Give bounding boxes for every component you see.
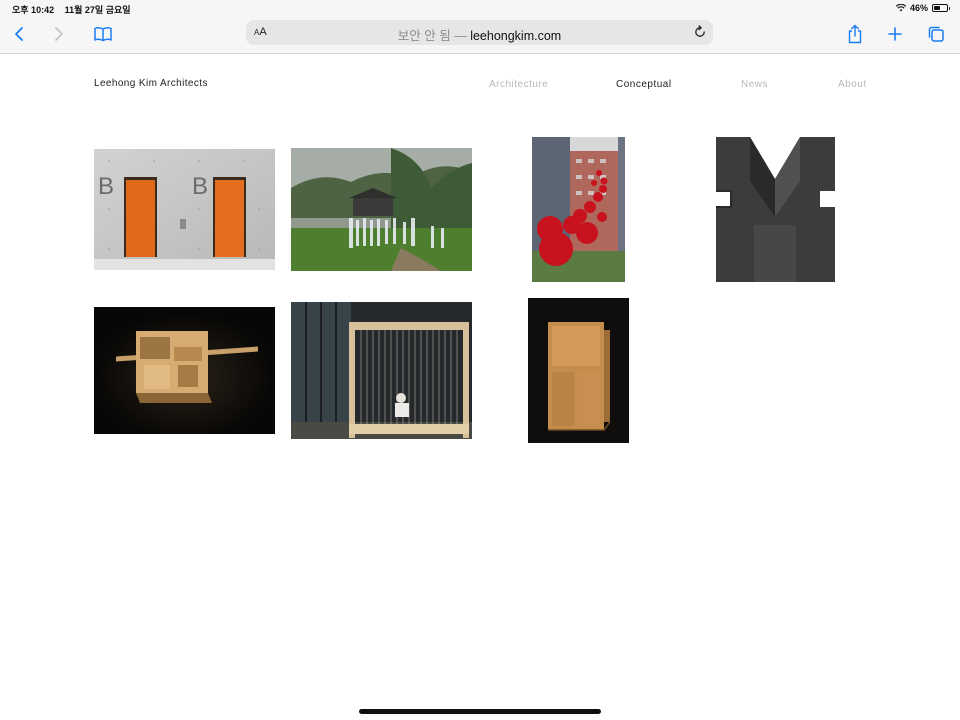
chevron-right-icon <box>55 27 63 41</box>
nav-news[interactable]: News <box>741 79 768 90</box>
tabs-icon <box>928 26 944 42</box>
gallery-image-pavilion[interactable] <box>291 302 472 439</box>
gallery-image-doors[interactable]: B B <box>94 149 275 270</box>
status-bar: 오후 10:42 11월 27일 금요일 46% <box>0 0 960 16</box>
back-button[interactable] <box>8 23 30 45</box>
gallery-image-sculpture[interactable] <box>716 137 835 282</box>
gallery-image-panel[interactable] <box>528 298 629 443</box>
bookmarks-button[interactable] <box>92 23 114 45</box>
host-label: leehongkim.com <box>470 29 562 43</box>
sculpture-artwork <box>716 137 835 282</box>
panel-artwork <box>528 298 629 443</box>
model-artwork <box>94 307 275 434</box>
pavilion-artwork <box>291 302 472 439</box>
gallery-image-balloons[interactable] <box>532 137 625 282</box>
status-left: 오후 10:42 11월 27일 금요일 <box>12 3 131 16</box>
status-date: 11월 27일 금요일 <box>64 5 131 15</box>
tabs-button[interactable] <box>925 23 947 45</box>
security-label: 보안 안 됨 — <box>397 29 467 43</box>
share-button[interactable] <box>844 23 866 45</box>
home-indicator[interactable] <box>359 709 601 714</box>
plus-icon <box>888 27 902 41</box>
forward-button[interactable] <box>48 23 70 45</box>
door-letter-left: B <box>98 173 115 200</box>
status-right: 46% <box>895 3 950 13</box>
balloons-artwork <box>532 137 625 282</box>
reload-icon[interactable] <box>693 25 707 39</box>
book-icon <box>94 27 112 42</box>
share-icon <box>848 24 862 44</box>
door-letter-right: B <box>192 173 209 200</box>
address-bar[interactable]: AA 보안 안 됨 — leehongkim.com <box>246 20 713 45</box>
field-artwork <box>291 148 472 271</box>
nav-architecture[interactable]: Architecture <box>489 79 548 90</box>
gallery-image-model[interactable] <box>94 307 275 434</box>
battery-fill <box>934 6 940 10</box>
chevron-left-icon <box>15 27 23 41</box>
new-tab-button[interactable] <box>884 23 906 45</box>
doors-artwork <box>94 149 275 270</box>
battery-icon <box>932 4 950 12</box>
wifi-icon <box>895 4 906 12</box>
address-text: 보안 안 됨 — leehongkim.com <box>246 25 713 44</box>
browser-toolbar: AA 보안 안 됨 — leehongkim.com <box>0 16 960 54</box>
nav-conceptual[interactable]: Conceptual <box>616 79 672 90</box>
nav-about[interactable]: About <box>838 79 867 90</box>
battery-percent: 46% <box>909 3 928 13</box>
status-time: 오후 10:42 <box>12 5 55 15</box>
site-title[interactable]: Leehong Kim Architects <box>94 78 208 89</box>
gallery-image-field[interactable] <box>291 148 472 271</box>
